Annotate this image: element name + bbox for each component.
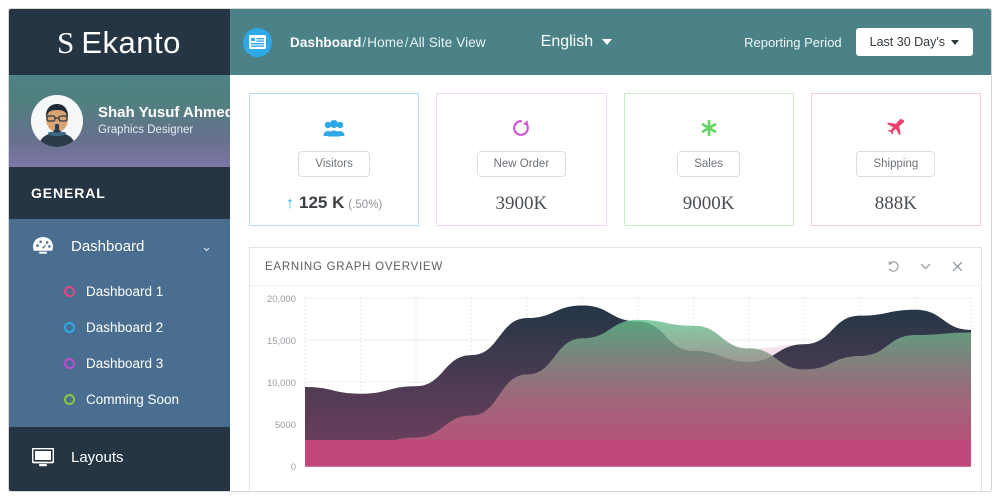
dashboard-page: Ƨ Ekanto Dashboard/Home/All Site View En… <box>0 0 1000 500</box>
sidebar-section-general: GENERAL <box>9 167 230 219</box>
sidebar-item-dashboard-2-label: Dashboard 2 <box>86 319 164 335</box>
stat-card-new-order-pill[interactable]: New Order <box>476 151 567 177</box>
earning-graph-canvas: 0 5000 10,000 15,000 20,000 <box>267 294 972 473</box>
breadcrumb-item-home[interactable]: Home <box>367 35 403 50</box>
reporting-period-label: Reporting Period <box>744 34 842 50</box>
stat-card-shipping-value: 888K <box>875 193 917 215</box>
svg-text:5000: 5000 <box>275 420 296 431</box>
stat-card-shipping[interactable]: Shipping 888K <box>810 93 981 226</box>
circle-ring-icon <box>64 321 75 333</box>
sidebar-group-dashboard: Dashboard ⌄ Dashboard 1 Dashboard 2 Dash… <box>9 219 230 427</box>
sidebar: Shah Yusuf Ahmed Graphics Designer GENER… <box>9 75 230 491</box>
stat-card-shipping-main: 888K <box>874 193 917 214</box>
stat-card-sales-pill[interactable]: Sales <box>677 151 741 177</box>
monitor-icon <box>31 447 55 467</box>
brand-name: Ekanto <box>81 24 181 60</box>
profile-role: Graphics Designer <box>98 124 194 137</box>
circle-ring-icon <box>64 285 75 297</box>
stat-card-visitors-main: 125 K <box>299 193 345 212</box>
earning-graph-tools <box>886 259 965 274</box>
stat-card-new-order-main: 3900K <box>495 193 548 214</box>
speedometer-icon <box>31 236 55 256</box>
chevron-down-icon <box>951 39 959 45</box>
stat-card-visitors-sub: (.50%) <box>348 199 383 211</box>
refresh-icon[interactable] <box>886 259 901 274</box>
brand-logo: Ƨ Ekanto <box>58 24 181 60</box>
sidebar-profile[interactable]: Shah Yusuf Ahmed Graphics Designer <box>9 75 230 167</box>
stat-card-sales-value: 9000K <box>683 193 735 215</box>
earning-graph-panel: EARNING GRAPH OVERVIEW 0 5000 10,000 15,… <box>249 247 982 491</box>
brand-mark-icon: Ƨ <box>58 24 75 60</box>
sidebar-item-layouts-label: Layouts <box>71 448 124 466</box>
breadcrumb-item-all-site-view[interactable]: All Site View <box>410 35 486 50</box>
stat-card-visitors-pill[interactable]: Visitors <box>298 151 370 177</box>
stat-card-visitors-value: ↑ 125 K (.50%) <box>286 193 382 213</box>
refresh-icon <box>511 116 531 140</box>
main-content: Visitors ↑ 125 K (.50%) New Order 3900K … <box>230 75 991 491</box>
language-label: English <box>540 33 594 50</box>
circle-ring-icon <box>64 393 75 405</box>
svg-text:0: 0 <box>291 462 296 473</box>
sidebar-item-dashboard[interactable]: Dashboard ⌄ <box>9 219 230 273</box>
breadcrumb-separator-2: / <box>404 34 409 50</box>
breadcrumb: Dashboard/Home/All Site View <box>290 35 486 50</box>
reporting-period-value: Last 30 Day's <box>869 35 945 49</box>
circle-ring-icon <box>64 357 75 369</box>
sidebar-item-comming-soon-label: Comming Soon <box>86 391 180 407</box>
svg-text:15,000: 15,000 <box>267 336 296 347</box>
sidebar-item-dashboard-1[interactable]: Dashboard 1 <box>9 273 230 309</box>
profile-info: Shah Yusuf Ahmed Graphics Designer <box>98 104 230 137</box>
users-group-icon <box>323 116 345 140</box>
asterisk-icon <box>700 116 718 140</box>
earning-graph-body: 0 5000 10,000 15,000 20,000 <box>250 286 981 491</box>
breadcrumb-separator-1: / <box>362 34 367 50</box>
sidebar-item-comming-soon[interactable]: Comming Soon <box>9 381 230 417</box>
svg-text:20,000: 20,000 <box>267 294 296 305</box>
avatar-icon <box>31 95 83 147</box>
sidebar-submenu-dashboard: Dashboard 1 Dashboard 2 Dashboard 3 Comm… <box>9 273 230 427</box>
reporting-period-select[interactable]: Last 30 Day's <box>855 28 973 56</box>
airplane-icon <box>886 116 905 140</box>
sidebar-item-dashboard-label: Dashboard <box>71 237 145 255</box>
sidebar-item-dashboard-3[interactable]: Dashboard 3 <box>9 345 230 381</box>
sidebar-item-dashboard-2[interactable]: Dashboard 2 <box>9 309 230 345</box>
stat-card-sales-main: 9000K <box>682 193 735 214</box>
collapse-chevron-icon[interactable] <box>918 259 933 274</box>
top-bar-right: Reporting Period Last 30 Day's <box>744 28 973 56</box>
stat-card-new-order[interactable]: New Order 3900K <box>436 93 607 226</box>
stat-cards-row: Visitors ↑ 125 K (.50%) New Order 3900K … <box>249 93 981 226</box>
top-bar: Ƨ Ekanto Dashboard/Home/All Site View En… <box>9 9 991 75</box>
stat-card-sales[interactable]: Sales 9000K <box>623 93 794 226</box>
brand-logo-area[interactable]: Ƨ Ekanto <box>9 9 230 75</box>
language-selector[interactable]: English <box>540 33 613 51</box>
stat-card-new-order-value: 3900K <box>496 193 548 215</box>
sidebar-item-dashboard-1-label: Dashboard 1 <box>86 283 164 299</box>
chevron-down-icon: ⌄ <box>201 238 212 254</box>
list-menu-icon[interactable] <box>243 27 272 57</box>
earning-graph-header: EARNING GRAPH OVERVIEW <box>250 248 981 286</box>
earning-graph-title: EARNING GRAPH OVERVIEW <box>265 260 443 273</box>
chevron-down-icon <box>602 39 613 45</box>
stat-card-visitors[interactable]: Visitors ↑ 125 K (.50%) <box>249 93 420 226</box>
profile-name: Shah Yusuf Ahmed <box>98 104 230 122</box>
breadcrumb-item-dashboard[interactable]: Dashboard <box>290 35 361 50</box>
close-icon[interactable] <box>950 259 965 274</box>
sidebar-item-dashboard-3-label: Dashboard 3 <box>86 355 164 371</box>
arrow-up-icon: ↑ <box>286 195 294 212</box>
sidebar-item-layouts[interactable]: Layouts <box>9 427 230 487</box>
svg-text:10,000: 10,000 <box>267 378 296 389</box>
stat-card-shipping-pill[interactable]: Shipping <box>856 151 936 177</box>
